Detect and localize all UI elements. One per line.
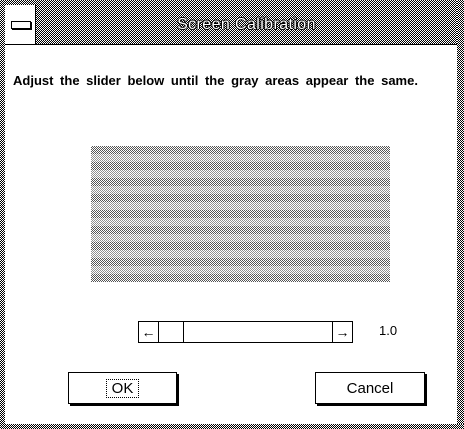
window-frame-right[interactable] (457, 0, 464, 429)
cancel-button[interactable]: Cancel (315, 372, 425, 404)
ok-button-label: OK (105, 378, 140, 398)
left-arrow-icon: ← (141, 324, 156, 340)
slider-left-arrow-button[interactable]: ← (139, 322, 159, 342)
screen-calibration-window: Screen Calibration Adjust the slider bel… (0, 0, 464, 429)
slider-right-arrow-button[interactable]: → (332, 322, 352, 342)
calibration-slider[interactable]: ← → (138, 321, 353, 343)
window-frame-bottom[interactable] (0, 424, 464, 429)
slider-thumb[interactable] (159, 322, 184, 342)
calibration-gray-pattern (91, 146, 390, 282)
window-title: Screen Calibration (177, 15, 316, 33)
ok-button[interactable]: OK (68, 372, 177, 404)
cancel-button-label: Cancel (346, 379, 394, 397)
system-menu-icon (11, 21, 31, 29)
dialog-content: Adjust the slider below until the gray a… (5, 46, 457, 424)
instruction-text: Adjust the slider below until the gray a… (13, 73, 418, 88)
window-title-area: Screen Calibration (36, 5, 457, 44)
right-arrow-icon: → (335, 324, 350, 340)
title-bar[interactable]: Screen Calibration (5, 5, 457, 45)
system-menu-button[interactable] (5, 5, 36, 44)
slider-value-label: 1.0 (379, 323, 398, 338)
